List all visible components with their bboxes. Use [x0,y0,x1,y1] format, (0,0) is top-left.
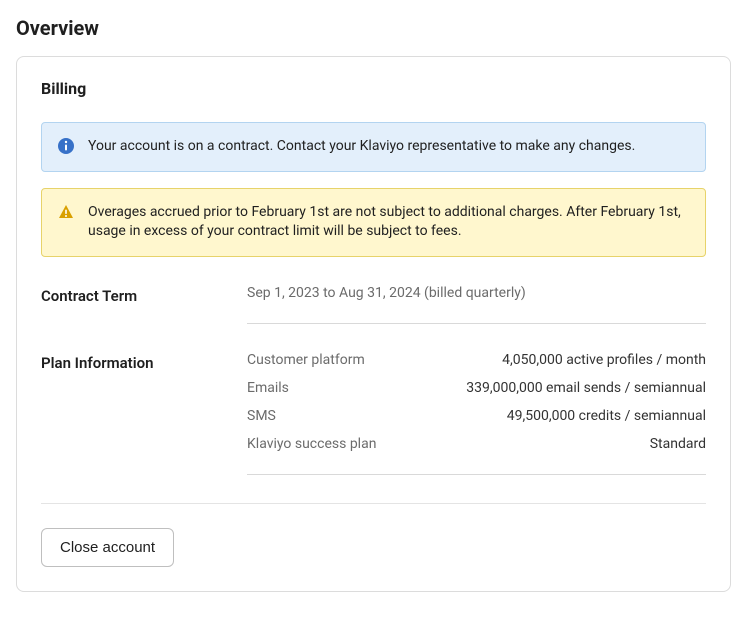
divider [247,323,706,324]
plan-key: Klaviyo success plan [247,436,376,452]
alert-warning-text: Overages accrued prior to February 1st a… [88,203,689,242]
plan-key: SMS [247,408,276,424]
alert-warning: Overages accrued prior to February 1st a… [41,188,706,257]
warning-icon [58,204,74,220]
page-title: Overview [16,16,731,40]
plan-key: Emails [247,380,289,396]
plan-info-label: Plan Information [41,352,247,475]
divider [41,503,706,504]
close-account-button[interactable]: Close account [41,528,174,567]
plan-value: 49,500,000 credits / semiannual [507,408,706,424]
plan-info-row: Plan Information Customer platform 4,050… [41,352,706,475]
plan-info-content: Customer platform 4,050,000 active profi… [247,352,706,475]
plan-row: Klaviyo success plan Standard [247,436,706,452]
contract-term-value: Sep 1, 2023 to Aug 31, 2024 (billed quar… [247,285,526,301]
info-icon [58,138,74,154]
plan-row: Customer platform 4,050,000 active profi… [247,352,706,368]
divider [247,474,706,475]
billing-card: Billing Your account is on a contract. C… [16,56,731,592]
alert-info: Your account is on a contract. Contact y… [41,122,706,172]
contract-term-label: Contract Term [41,285,247,324]
contract-term-content: Sep 1, 2023 to Aug 31, 2024 (billed quar… [247,285,706,324]
alert-info-text: Your account is on a contract. Contact y… [88,137,635,157]
plan-value: 339,000,000 email sends / semiannual [466,380,706,396]
card-title: Billing [41,79,706,98]
plan-value: 4,050,000 active profiles / month [502,352,706,368]
contract-term-row: Contract Term Sep 1, 2023 to Aug 31, 202… [41,285,706,324]
plan-key: Customer platform [247,352,365,368]
plan-row: Emails 339,000,000 email sends / semiann… [247,380,706,396]
plan-row: SMS 49,500,000 credits / semiannual [247,408,706,424]
plan-value: Standard [650,436,706,452]
